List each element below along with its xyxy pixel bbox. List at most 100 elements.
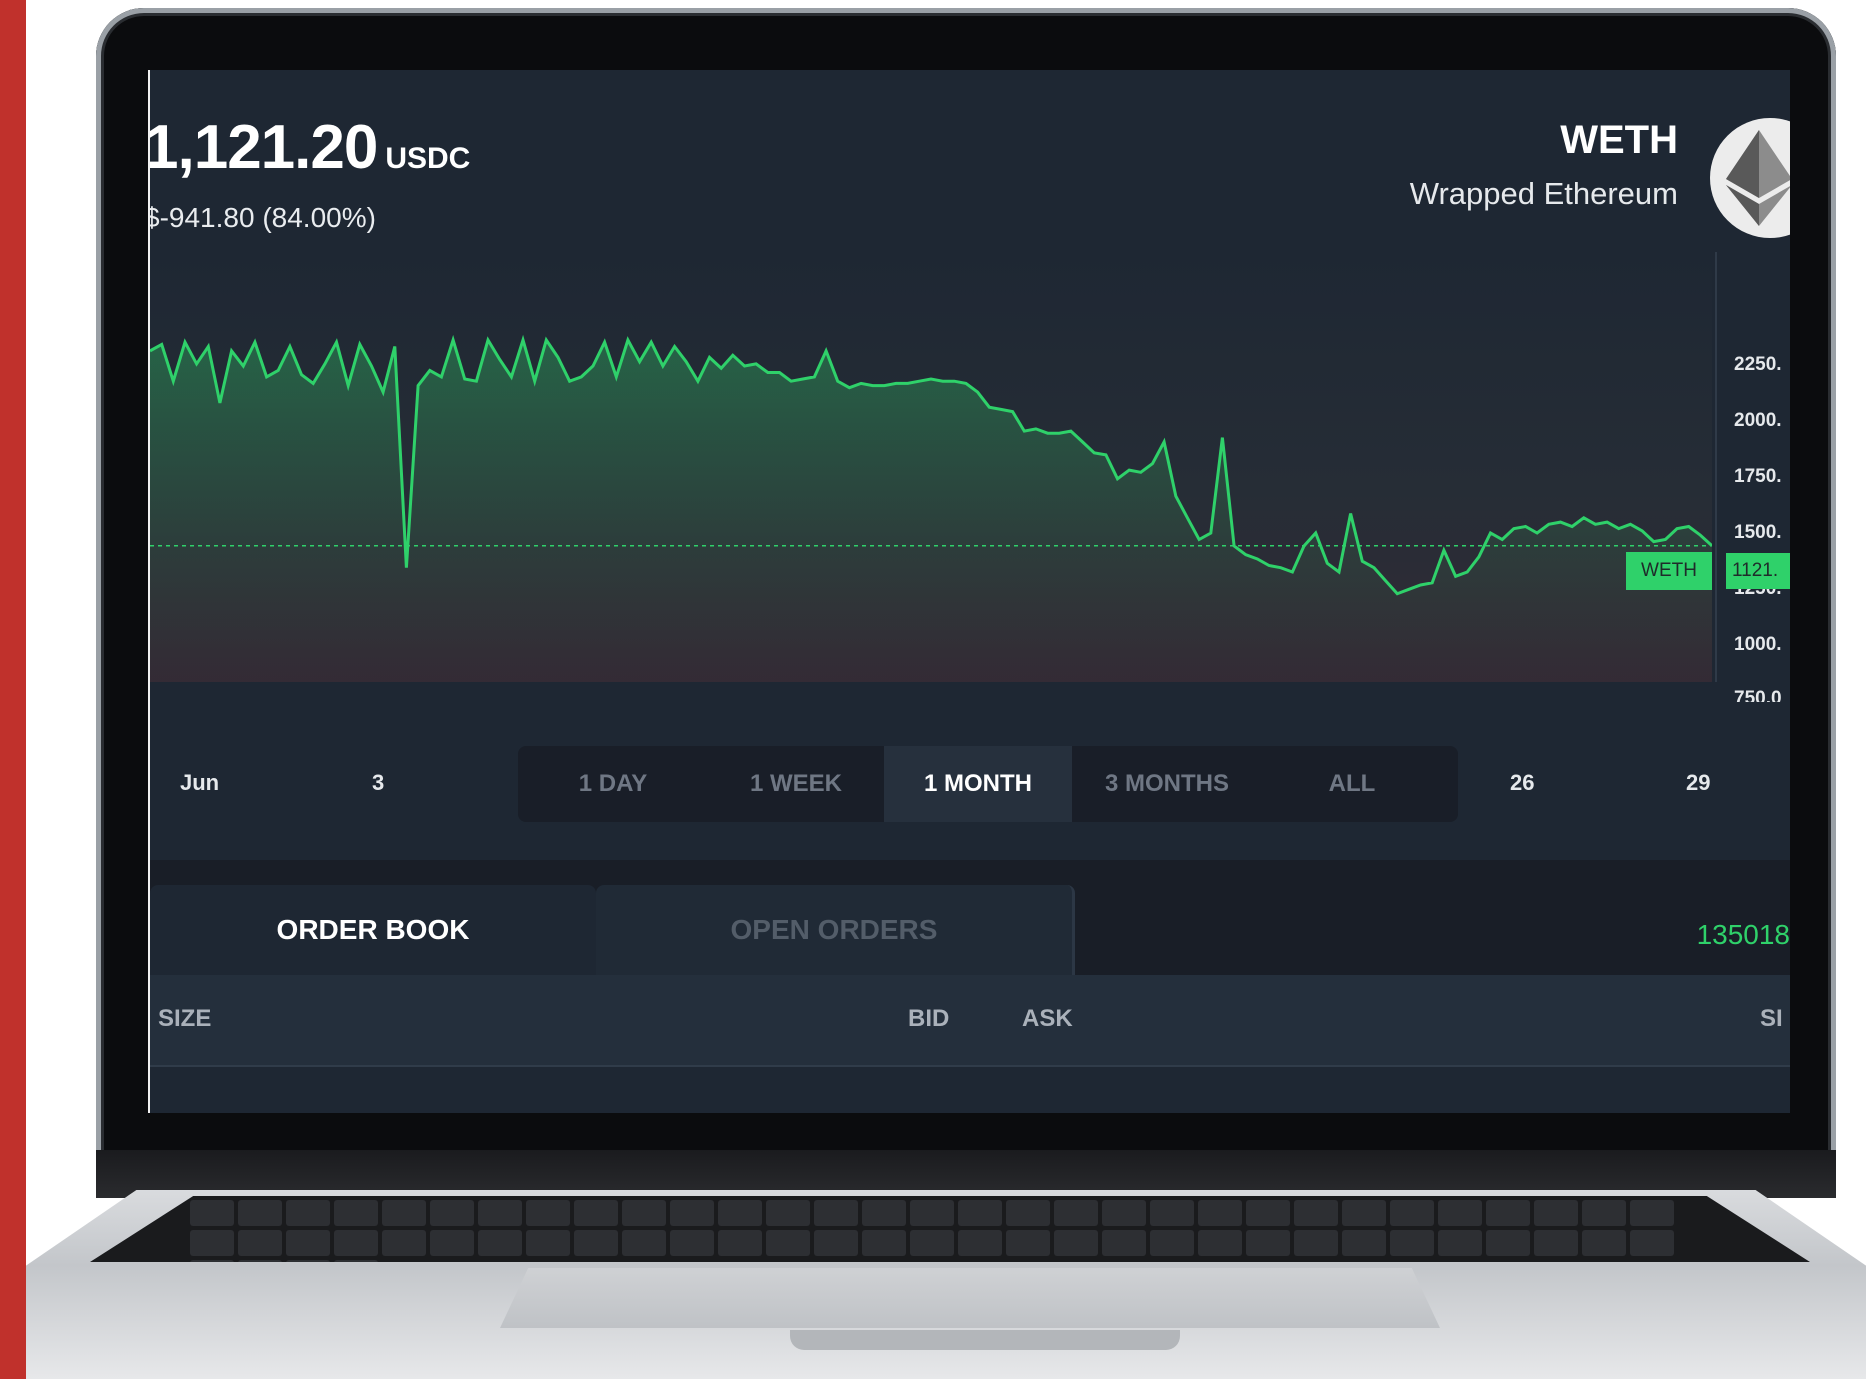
- keyboard-key: [1342, 1230, 1386, 1256]
- column-size-left: SIZE: [158, 1005, 212, 1032]
- keyboard-key: [334, 1200, 378, 1226]
- keyboard-key: [862, 1230, 906, 1256]
- timeframe-1-week[interactable]: 1 WEEK: [708, 746, 884, 822]
- tab-open-orders[interactable]: OPEN ORDERS: [596, 885, 1075, 975]
- keyboard-key: [1582, 1230, 1626, 1256]
- keyboard-key: [1198, 1230, 1242, 1256]
- keyboard-key: [910, 1230, 954, 1256]
- current-price: 1,121.20 USDC: [148, 112, 471, 183]
- price-chart[interactable]: [150, 252, 1790, 702]
- column-bid: BID: [908, 1005, 950, 1032]
- price-unit: USDC: [385, 142, 471, 175]
- keyboard-key: [526, 1230, 570, 1256]
- laptop-trackpad: [500, 1268, 1440, 1328]
- x-axis-label: 29: [1686, 770, 1711, 795]
- keyboard-key: [1534, 1200, 1578, 1226]
- token-symbol: WETH: [1560, 118, 1678, 162]
- timeframe-selector: 1 DAY 1 WEEK 1 MONTH 3 MONTHS ALL: [518, 746, 1458, 822]
- order-book-header: SIZE BID ASK SI: [150, 975, 1790, 1067]
- keyboard-key: [1390, 1200, 1434, 1226]
- keyboard-key: [478, 1230, 522, 1256]
- ethereum-logo-icon: [1710, 118, 1790, 238]
- keyboard-key: [430, 1200, 474, 1226]
- y-axis-label: 1750.: [1734, 466, 1782, 487]
- keyboard-key: [1006, 1230, 1050, 1256]
- keyboard-key: [526, 1200, 570, 1226]
- keyboard-key: [1102, 1230, 1146, 1256]
- order-book-body: [150, 1067, 1790, 1113]
- keyboard-key: [286, 1200, 330, 1226]
- keyboard-key: [1486, 1200, 1530, 1226]
- keyboard-key: [766, 1200, 810, 1226]
- laptop-notch: [790, 1330, 1180, 1350]
- y-axis-label: 2250.: [1734, 354, 1782, 375]
- keyboard-key: [1438, 1230, 1482, 1256]
- order-count: 135018: [1696, 919, 1790, 950]
- laptop-keyboard: [90, 1196, 1810, 1262]
- keyboard-key: [766, 1230, 810, 1256]
- keyboard-key: [190, 1200, 234, 1226]
- keyboard-key: [334, 1230, 378, 1256]
- keyboard-key: [958, 1200, 1002, 1226]
- keyboard-key: [1246, 1230, 1290, 1256]
- trading-screen: 1,121.20 USDC $-941.80 (84.00%) WETH Wrap…: [148, 70, 1790, 1113]
- token-name: Wrapped Ethereum: [1409, 176, 1678, 211]
- keyboard-key: [1342, 1200, 1386, 1226]
- x-axis-label: 26: [1510, 770, 1535, 795]
- keyboard-key: [1150, 1230, 1194, 1256]
- keyboard-key: [1054, 1200, 1098, 1226]
- keyboard-key: [286, 1230, 330, 1256]
- keyboard-key: [910, 1200, 954, 1226]
- column-size-right: SI: [1760, 1005, 1783, 1032]
- keyboard-key: [670, 1230, 714, 1256]
- keyboard-key: [238, 1200, 282, 1226]
- keyboard-key: [1486, 1230, 1530, 1256]
- keyboard-key: [1582, 1200, 1626, 1226]
- keyboard-key: [478, 1200, 522, 1226]
- keyboard-key: [862, 1200, 906, 1226]
- keyboard-key: [1198, 1200, 1242, 1226]
- keyboard-key: [622, 1200, 666, 1226]
- timeframe-1-day[interactable]: 1 DAY: [518, 746, 708, 822]
- keyboard-key: [238, 1230, 282, 1256]
- keyboard-key: [814, 1230, 858, 1256]
- keyboard-key: [1438, 1200, 1482, 1226]
- keyboard-key: [718, 1200, 762, 1226]
- x-axis-label: Jun: [180, 770, 220, 795]
- keyboard-key: [1630, 1230, 1674, 1256]
- keyboard-key: [1294, 1200, 1338, 1226]
- keyboard-key: [1054, 1230, 1098, 1256]
- timeframe-3-months[interactable]: 3 MONTHS: [1072, 746, 1262, 822]
- keyboard-key: [430, 1230, 474, 1256]
- tab-order-book[interactable]: ORDER BOOK: [150, 885, 596, 975]
- current-token-tag: WETH: [1626, 552, 1712, 590]
- keyboard-key: [1150, 1200, 1194, 1226]
- keyboard-key: [1390, 1230, 1434, 1256]
- keyboard-key: [718, 1230, 762, 1256]
- keyboard-key: [1102, 1200, 1146, 1226]
- chart-svg: [150, 334, 1712, 682]
- keyboard-key: [670, 1200, 714, 1226]
- keyboard-key: [1534, 1230, 1578, 1256]
- keyboard-key: [1294, 1230, 1338, 1256]
- timeframe-all[interactable]: ALL: [1262, 746, 1442, 822]
- keyboard-key: [622, 1230, 666, 1256]
- price-change: $-941.80 (84.00%): [148, 202, 376, 233]
- keyboard-key: [1630, 1200, 1674, 1226]
- red-side-bar: [0, 0, 26, 1379]
- y-axis-label: 750.0: [1734, 688, 1782, 702]
- keyboard-key: [958, 1230, 1002, 1256]
- y-axis-label: 1000.: [1734, 634, 1782, 655]
- y-axis-label: 1500.: [1734, 522, 1782, 543]
- x-axis-label: 3: [372, 770, 385, 795]
- column-ask: ASK: [1022, 1005, 1073, 1032]
- keyboard-key: [382, 1200, 426, 1226]
- price-value: 1,121.20: [148, 113, 378, 182]
- keyboard-key: [574, 1200, 618, 1226]
- keyboard-key: [190, 1230, 234, 1256]
- orders-tabs: ORDER BOOK OPEN ORDERS 135018: [150, 885, 1790, 975]
- timeframe-1-month[interactable]: 1 MONTH: [884, 746, 1072, 822]
- keyboard-key: [1246, 1200, 1290, 1226]
- keyboard-key: [814, 1200, 858, 1226]
- keyboard-key: [382, 1230, 426, 1256]
